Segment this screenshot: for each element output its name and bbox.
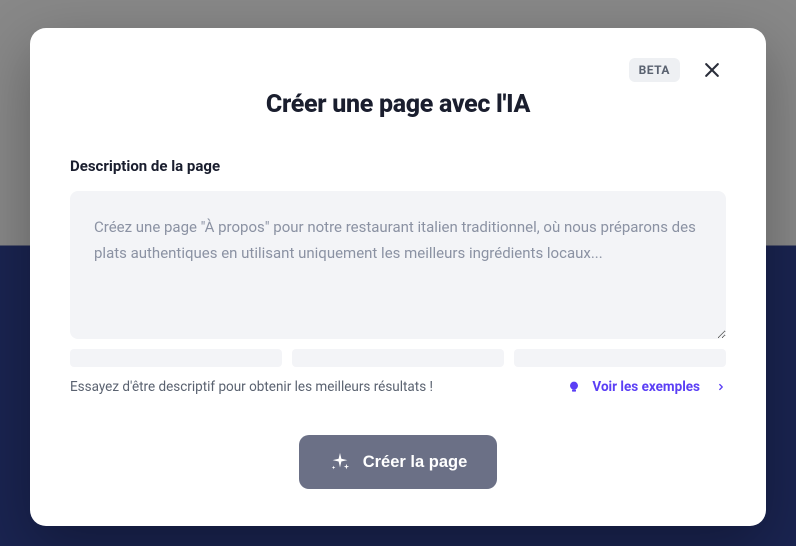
- create-page-button[interactable]: Créer la page: [299, 435, 498, 489]
- lightbulb-icon: [566, 379, 582, 395]
- close-button[interactable]: [698, 56, 726, 84]
- modal-title: Créer une page avec l'IA: [70, 90, 726, 119]
- modal-footer: Créer la page: [70, 435, 726, 489]
- examples-link-label: Voir les exemples: [592, 379, 700, 395]
- description-label: Description de la page: [70, 157, 726, 175]
- suggestion-chip[interactable]: [514, 349, 726, 367]
- create-button-label: Créer la page: [363, 453, 468, 472]
- close-icon: [702, 60, 722, 80]
- description-textarea[interactable]: [70, 191, 726, 339]
- modal-header: BETA: [70, 56, 726, 84]
- view-examples-link[interactable]: Voir les exemples: [566, 379, 726, 395]
- sparkles-icon: [329, 451, 351, 473]
- ai-page-modal: BETA Créer une page avec l'IA Descriptio…: [30, 28, 766, 526]
- suggestion-chips-row: [70, 349, 726, 367]
- hint-text: Essayez d'être descriptif pour obtenir l…: [70, 379, 433, 395]
- chevron-right-icon: [716, 382, 726, 392]
- suggestion-chip[interactable]: [70, 349, 282, 367]
- hint-row: Essayez d'être descriptif pour obtenir l…: [70, 379, 726, 395]
- beta-badge: BETA: [629, 58, 680, 82]
- suggestion-chip[interactable]: [292, 349, 504, 367]
